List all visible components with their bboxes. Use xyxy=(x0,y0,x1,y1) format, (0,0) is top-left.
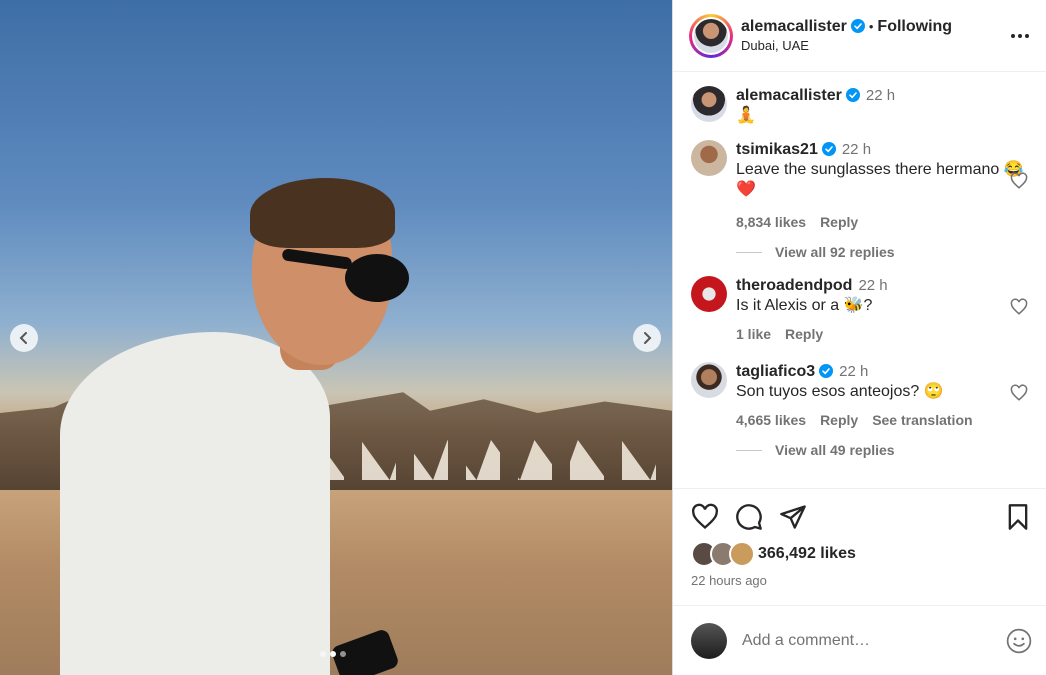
comment-time[interactable]: 22 h xyxy=(842,141,871,158)
verified-badge-icon xyxy=(850,19,865,33)
caption-username[interactable]: alemacallister xyxy=(736,87,842,104)
emoji-smiley-icon[interactable] xyxy=(1006,628,1032,654)
comment-likes[interactable]: 4,665 likes xyxy=(736,410,806,430)
reply-button[interactable]: Reply xyxy=(820,212,858,232)
reply-button[interactable]: Reply xyxy=(820,410,858,430)
carousel-next-button[interactable] xyxy=(633,324,661,352)
person-shirt xyxy=(60,332,330,675)
add-comment-bar: Add a comment… xyxy=(673,605,1046,675)
view-replies-label: View all 49 replies xyxy=(775,442,895,458)
like-comment-heart-icon[interactable] xyxy=(1010,384,1028,402)
comment-time[interactable]: 22 h xyxy=(858,277,887,294)
caption-text: 🧘 xyxy=(736,107,756,124)
comment-username[interactable]: theroadendpod xyxy=(736,277,852,294)
post-header: alemacallister • Following Dubai, UAE xyxy=(673,0,1046,72)
bookmark-icon xyxy=(1008,504,1028,530)
current-user-avatar xyxy=(691,622,727,659)
comment: tsimikas21 22 h Leave the sunglasses ther… xyxy=(691,140,1030,232)
commenter-avatar[interactable] xyxy=(691,276,727,312)
add-comment-input[interactable]: Add a comment… xyxy=(742,632,1006,650)
heart-icon xyxy=(692,503,718,530)
caption-time[interactable]: 22 h xyxy=(866,87,895,104)
likes-count[interactable]: 366,492 likes xyxy=(758,545,856,563)
following-button[interactable]: Following xyxy=(877,18,952,35)
story-ring[interactable] xyxy=(689,13,733,58)
post-actions: 366,492 likes 22 hours ago xyxy=(673,488,1046,605)
comment-button[interactable] xyxy=(735,503,763,531)
comment-likes[interactable]: 1 like xyxy=(736,324,771,344)
like-comment-heart-icon[interactable] xyxy=(1010,298,1028,316)
post-sidebar: alemacallister • Following Dubai, UAE alem… xyxy=(672,0,1046,675)
commenter-avatar[interactable] xyxy=(691,362,727,398)
comment-text: Son tuyos esos anteojos? 🙄 xyxy=(736,383,944,400)
replies-divider xyxy=(736,449,762,451)
chevron-left-icon xyxy=(19,332,27,344)
like-comment-heart-icon[interactable] xyxy=(1010,172,1028,190)
comment-likes[interactable]: 8,834 likes xyxy=(736,212,806,232)
verified-badge-icon xyxy=(845,88,860,102)
commenter-avatar[interactable] xyxy=(691,140,727,176)
comment-username[interactable]: tsimikas21 xyxy=(736,141,818,158)
separator-dot: • xyxy=(868,19,874,34)
post-location[interactable]: Dubai, UAE xyxy=(741,38,1008,53)
replies-divider xyxy=(736,251,762,253)
verified-badge-icon xyxy=(819,364,834,378)
view-replies-label: View all 92 replies xyxy=(775,244,895,260)
more-horizontal-icon xyxy=(1011,33,1029,38)
comment-time[interactable]: 22 h xyxy=(839,363,868,380)
caption: alemacallister 22 h 🧘 xyxy=(691,86,1030,126)
like-button[interactable] xyxy=(691,503,719,531)
author-username[interactable]: alemacallister xyxy=(741,18,847,35)
post-media[interactable] xyxy=(0,0,672,675)
view-replies-button[interactable]: View all 92 replies xyxy=(736,244,1030,260)
comment: tagliafico3 22 h Son tuyos esos anteojos?… xyxy=(691,362,1030,430)
share-button[interactable] xyxy=(779,503,807,531)
carousel-dot-active xyxy=(330,651,336,657)
carousel-indicator xyxy=(320,651,346,657)
likers-avatars[interactable] xyxy=(691,541,755,567)
sunglasses xyxy=(345,254,409,302)
save-button[interactable] xyxy=(1004,503,1032,531)
person-hair xyxy=(250,178,395,248)
carousel-prev-button[interactable] xyxy=(10,324,38,352)
author-avatar[interactable] xyxy=(694,18,728,53)
comment: theroadendpod 22 h Is it Alexis or a 🐝? 1… xyxy=(691,276,1030,344)
carousel-dot xyxy=(320,651,326,657)
comment-text: Leave the sunglasses there hermano 😂❤️ xyxy=(736,161,1024,198)
see-translation-button[interactable]: See translation xyxy=(872,410,972,430)
chevron-right-icon xyxy=(644,332,652,344)
comment-bubble-icon xyxy=(736,504,762,530)
verified-badge-icon xyxy=(821,142,836,156)
comment-text: Is it Alexis or a 🐝? xyxy=(736,297,873,314)
author-avatar[interactable] xyxy=(691,86,727,122)
view-replies-button[interactable]: View all 49 replies xyxy=(736,442,1030,458)
more-options-button[interactable] xyxy=(1008,24,1032,48)
post-time[interactable]: 22 hours ago xyxy=(691,573,1032,588)
send-paper-plane-icon xyxy=(780,505,806,529)
carousel-dot xyxy=(340,651,346,657)
liker-avatar xyxy=(729,541,755,567)
reply-button[interactable]: Reply xyxy=(785,324,823,344)
comment-username[interactable]: tagliafico3 xyxy=(736,363,815,380)
comments-list[interactable]: alemacallister 22 h 🧘 tsimikas21 22 h Leav… xyxy=(673,72,1046,488)
